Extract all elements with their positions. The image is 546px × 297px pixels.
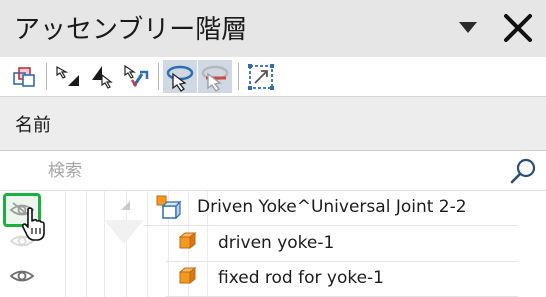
collapse-triangle-icon[interactable] [119, 199, 133, 213]
rotate-deselect-icon[interactable] [198, 60, 232, 93]
search-row [0, 151, 546, 191]
part-cube-icon [178, 231, 197, 250]
tree-row-label[interactable]: driven yoke-1 [218, 233, 334, 253]
column-name-label[interactable]: 名前 [15, 111, 51, 137]
assembly-cube-icon[interactable] [8, 60, 42, 93]
toolbar-separator [158, 63, 159, 90]
rotate-select-icon[interactable] [163, 60, 197, 93]
toolbar-separator [238, 63, 239, 90]
panel-title: アッセンブリー階層 [14, 15, 248, 45]
subassembly-icon [156, 195, 182, 220]
part-cube-icon [178, 266, 197, 285]
select-tool-icon[interactable] [120, 60, 154, 93]
tree-row-label[interactable]: Driven Yoke^Universal Joint 2-2 [197, 197, 467, 217]
tree-guide-line [65, 191, 66, 297]
column-header: 名前 [0, 96, 546, 151]
hand-cursor-icon [21, 207, 45, 241]
search-input[interactable] [48, 157, 488, 185]
tree-row-label[interactable]: fixed rod for yoke-1 [218, 268, 384, 288]
chevron-down-icon[interactable] [459, 22, 477, 33]
toolbar [0, 57, 546, 96]
tree-guide-line [86, 191, 87, 297]
eye-visible-icon[interactable] [9, 267, 35, 285]
row-divider [166, 261, 518, 262]
tree-guide-line [147, 191, 148, 297]
panel-titlebar: アッセンブリー階層 [0, 0, 546, 57]
search-icon[interactable] [508, 156, 538, 186]
tree-branch-marker [104, 220, 144, 244]
toolbar-separator [46, 63, 47, 90]
row-divider [144, 225, 518, 226]
close-icon[interactable] [500, 10, 536, 46]
select-arrow-down-icon[interactable] [52, 60, 86, 93]
fit-frame-icon[interactable] [244, 60, 278, 93]
tree-guide-line [104, 191, 105, 297]
select-arrow-right-icon[interactable] [86, 60, 120, 93]
